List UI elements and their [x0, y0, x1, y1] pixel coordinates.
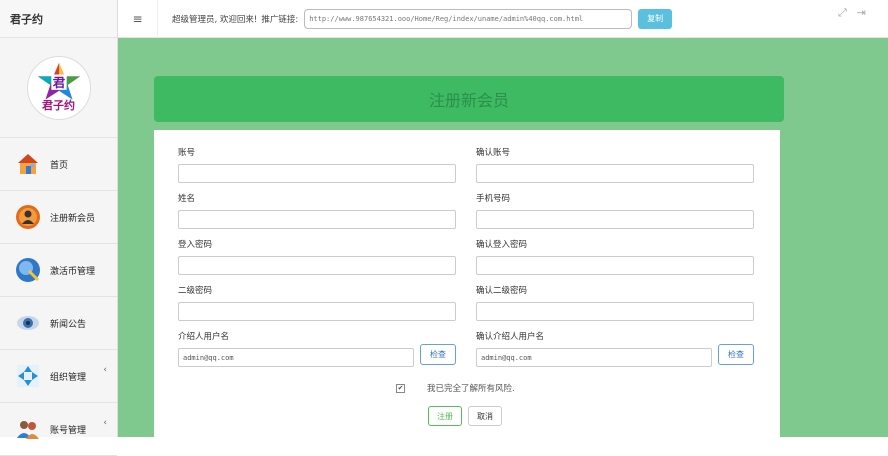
- phone-label: 手机号码: [476, 194, 511, 204]
- confirm-second-password-label: 确认二级密码: [476, 286, 528, 296]
- account-field-group: 账号: [178, 146, 456, 183]
- register-form: 账号 确认账号 姓名 手机号码 登入密码 确认登入密码 二级密码 确认二级密码 …: [154, 130, 780, 437]
- sidebar-item-label: 账号管理: [50, 425, 87, 436]
- logout-icon[interactable]: ⇥: [857, 6, 866, 20]
- login-password-input[interactable]: [178, 256, 456, 275]
- phone-field-group: 手机号码: [476, 192, 754, 229]
- chevron-left-icon: ‹: [103, 418, 107, 428]
- account-input[interactable]: [178, 164, 456, 183]
- second-password-input[interactable]: [178, 302, 456, 321]
- phone-input[interactable]: [476, 210, 754, 229]
- user-add-icon: [14, 203, 42, 231]
- sidebar-item-label: 激活币管理: [50, 266, 96, 277]
- logo-star-icon: 君: [37, 62, 80, 99]
- promo-link-label: 推广链接:: [261, 14, 299, 25]
- confirm-second-password-input[interactable]: [476, 302, 754, 321]
- referrer-label: 介绍人用户名: [178, 332, 230, 342]
- name-label: 姓名: [178, 194, 196, 204]
- users-icon: [14, 415, 42, 443]
- second-password-field-group: 二级密码: [178, 284, 456, 321]
- sidebar-item-register-member[interactable]: 注册新会员: [0, 191, 117, 244]
- sidebar-item-label: 组织管理: [50, 372, 87, 383]
- confirm-referrer-field-group: 确认介绍人用户名 admin@qq.com: [476, 330, 712, 367]
- login-password-field-group: 登入密码: [178, 238, 456, 275]
- confirm-referrer-label: 确认介绍人用户名: [476, 332, 545, 342]
- main-content: 注册新会员 账号 确认账号 姓名 手机号码 登入密码 确认登入密码 二级密码 确…: [118, 38, 888, 437]
- chevron-left-icon: ‹: [103, 365, 107, 375]
- login-password-label: 登入密码: [178, 240, 213, 250]
- page-title: 注册新会员: [154, 76, 784, 122]
- agree-checkbox[interactable]: ✔: [396, 383, 405, 393]
- welcome-text: 超级管理员, 欢迎回来!: [172, 14, 258, 25]
- svg-text:君: 君: [51, 74, 65, 89]
- menu-toggle-icon[interactable]: ≡: [118, 0, 158, 38]
- referrer-input[interactable]: admin@qq.com: [178, 348, 414, 367]
- brand-name[interactable]: 君子约: [0, 0, 117, 38]
- agree-text: 我已完全了解所有风险.: [427, 384, 515, 394]
- logo-area: 君 君子约: [0, 38, 117, 138]
- fullscreen-icon[interactable]: ⤢: [838, 6, 847, 20]
- second-password-label: 二级密码: [178, 286, 213, 296]
- sidebar-item-label: 新闻公告: [50, 319, 87, 330]
- sidebar-item-coin-management[interactable]: 激活币管理: [0, 244, 117, 297]
- check-confirm-referrer-button[interactable]: 检查: [718, 344, 754, 365]
- confirm-login-password-field-group: 确认登入密码: [476, 238, 754, 275]
- sidebar-item-organization[interactable]: 组织管理 ‹: [0, 350, 117, 403]
- network-icon: [14, 362, 42, 390]
- agree-row: ✔ 我已完全了解所有风险.: [396, 382, 515, 394]
- sidebar: 君子约 君 君子约 首页 注册新会员 激活币管理 新闻公告 组织管理 ‹ 账号管…: [0, 0, 118, 456]
- wand-icon: [14, 256, 42, 284]
- house-icon: [14, 150, 42, 178]
- cancel-button[interactable]: 取消: [468, 406, 502, 426]
- register-button[interactable]: 注册: [428, 406, 462, 426]
- promo-link-input[interactable]: http://www.987654321.ooo/Home/Reg/index/…: [304, 8, 633, 29]
- sidebar-item-news[interactable]: 新闻公告: [0, 297, 117, 350]
- confirm-second-password-field-group: 确认二级密码: [476, 284, 754, 321]
- logo-text: 君子约: [42, 98, 75, 112]
- sidebar-item-label: 首页: [50, 160, 69, 171]
- confirm-account-field-group: 确认账号: [476, 146, 754, 183]
- confirm-account-label: 确认账号: [476, 148, 511, 158]
- sidebar-item-label: 注册新会员: [50, 213, 96, 224]
- check-referrer-button[interactable]: 检查: [420, 344, 456, 365]
- confirm-login-password-label: 确认登入密码: [476, 240, 528, 250]
- top-right-icons: ⤢ ⇥: [838, 6, 866, 20]
- sidebar-item-home[interactable]: 首页: [0, 138, 117, 191]
- name-input[interactable]: [178, 210, 456, 229]
- top-bar: ≡ 超级管理员, 欢迎回来! 推广链接: http://www.98765432…: [118, 0, 888, 38]
- confirm-account-input[interactable]: [476, 164, 754, 183]
- logo: 君 君子约: [26, 55, 91, 120]
- sidebar-item-account[interactable]: 账号管理 ‹: [0, 403, 117, 456]
- name-field-group: 姓名: [178, 192, 456, 229]
- copy-button[interactable]: 复制: [638, 8, 673, 29]
- account-label: 账号: [178, 148, 196, 158]
- confirm-referrer-input[interactable]: admin@qq.com: [476, 348, 712, 367]
- confirm-login-password-input[interactable]: [476, 256, 754, 275]
- referrer-field-group: 介绍人用户名 admin@qq.com: [178, 330, 414, 367]
- eye-icon: [14, 309, 42, 337]
